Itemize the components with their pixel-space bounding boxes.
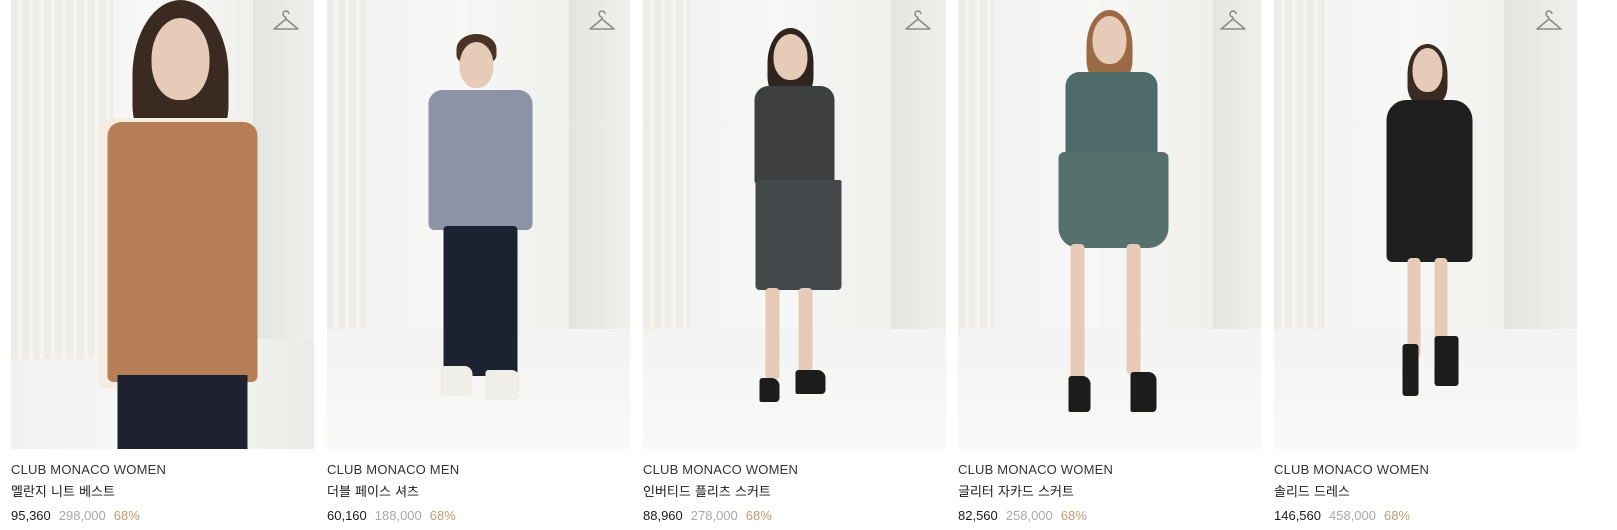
discount-rate: 68%	[1060, 508, 1087, 523]
product-brand: CLUB MONACO WOMEN	[958, 462, 1114, 477]
product-card[interactable]: CLUB MONACO MEN 더블 페이스 셔츠 60,160 188,000 6…	[327, 0, 630, 525]
hanger-icon[interactable]	[588, 10, 616, 34]
sale-price: 95,360	[11, 508, 51, 523]
product-brand: CLUB MONACO WOMEN	[643, 462, 799, 477]
hanger-icon[interactable]	[272, 10, 300, 34]
model-figure	[958, 0, 1261, 449]
product-image[interactable]	[1274, 0, 1577, 449]
product-name[interactable]: 더블 페이스 셔츠	[327, 484, 630, 502]
hanger-icon[interactable]	[904, 10, 932, 34]
product-name[interactable]: 인버티드 플리츠 스커트	[643, 484, 946, 502]
product-card[interactable]: CLUB MONACO WOMEN 글리터 자카드 스커트 82,560 258,…	[958, 0, 1261, 525]
sale-price: 146,560	[1274, 508, 1321, 523]
original-price: 458,000	[1329, 508, 1376, 523]
product-prices: 82,560 258,000 68%	[958, 507, 1261, 525]
sale-price: 88,960	[643, 508, 683, 523]
product-card[interactable]: CLUB MONACO WOMEN 인버티드 플리츠 스커트 88,960 278…	[643, 0, 946, 525]
original-price: 258,000	[1005, 508, 1053, 523]
original-price: 188,000	[374, 508, 422, 523]
product-prices: 60,160 188,000 68%	[327, 507, 630, 525]
product-grid: CLUB MONACO WOMEN 멜란지 니트 베스트 95,360 298,0…	[0, 0, 1617, 530]
product-card[interactable]: CLUB MONACO WOMEN 멜란지 니트 베스트 95,360 298,0…	[11, 0, 314, 525]
product-brand: CLUB MONACO WOMEN	[11, 462, 167, 477]
discount-rate: 68%	[745, 508, 772, 523]
product-prices: 146,560 458,000 68%	[1274, 507, 1577, 525]
product-brand: CLUB MONACO WOMEN	[1274, 462, 1430, 477]
discount-rate: 68%	[1384, 508, 1411, 523]
model-figure	[643, 0, 946, 449]
product-image[interactable]	[958, 0, 1261, 449]
product-name[interactable]: 멜란지 니트 베스트	[11, 484, 314, 502]
product-prices: 95,360 298,000 68%	[11, 507, 314, 525]
sale-price: 60,160	[327, 508, 367, 523]
model-figure	[11, 0, 314, 449]
discount-rate: 68%	[429, 508, 456, 523]
original-price: 298,000	[58, 508, 106, 523]
original-price: 278,000	[690, 508, 738, 523]
product-image[interactable]	[643, 0, 946, 449]
model-figure	[327, 0, 630, 449]
product-image[interactable]	[327, 0, 630, 449]
product-image[interactable]	[11, 0, 314, 449]
discount-rate: 68%	[113, 508, 140, 523]
product-name[interactable]: 글리터 자카드 스커트	[958, 484, 1261, 502]
product-card[interactable]: CLUB MONACO WOMEN 솔리드 드레스 146,560 458,000…	[1274, 0, 1577, 525]
hanger-icon[interactable]	[1219, 10, 1247, 34]
model-figure	[1274, 0, 1577, 449]
product-name[interactable]: 솔리드 드레스	[1274, 484, 1577, 502]
hanger-icon[interactable]	[1535, 10, 1563, 34]
sale-price: 82,560	[958, 508, 998, 523]
product-brand: CLUB MONACO MEN	[327, 462, 460, 477]
product-prices: 88,960 278,000 68%	[643, 507, 946, 525]
